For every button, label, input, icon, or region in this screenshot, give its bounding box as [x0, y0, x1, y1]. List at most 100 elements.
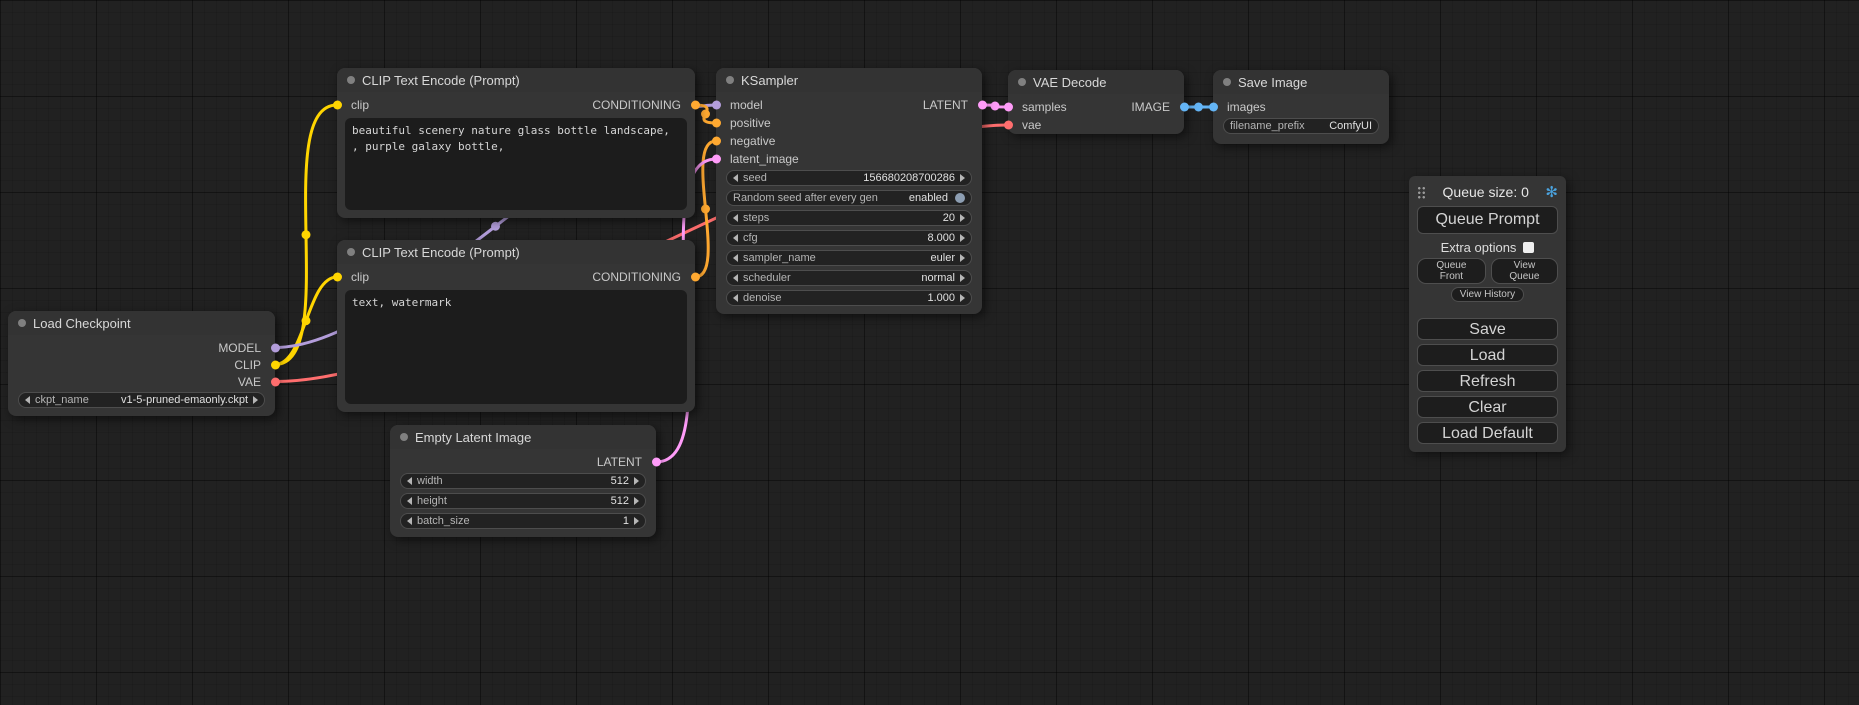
next-arrow-icon[interactable]	[634, 497, 639, 505]
prev-arrow-icon[interactable]	[733, 174, 738, 182]
negative-input-port[interactable]	[712, 137, 721, 146]
latent-image-input-port[interactable]	[712, 155, 721, 164]
node-ksampler[interactable]: KSampler model LATENT positive negative …	[716, 68, 982, 314]
widget-name: cfg	[743, 232, 758, 244]
conditioning-output-port[interactable]	[691, 273, 700, 282]
widget-value: 1.000	[927, 292, 955, 304]
view-history-button[interactable]: View History	[1451, 287, 1524, 302]
slot-label: LATENT	[597, 455, 656, 469]
history-row: View History	[1417, 287, 1558, 302]
widget-name: width	[417, 475, 443, 487]
images-input-port[interactable]	[1209, 103, 1218, 112]
prev-arrow-icon[interactable]	[733, 254, 738, 262]
node-clip-text-encode-negative[interactable]: CLIP Text Encode (Prompt) clip CONDITION…	[337, 240, 695, 412]
conditioning-output-port[interactable]	[691, 101, 700, 110]
widget-name: filename_prefix	[1230, 120, 1305, 132]
drag-handle-icon[interactable]	[1417, 186, 1426, 199]
next-arrow-icon[interactable]	[960, 234, 965, 242]
next-arrow-icon[interactable]	[634, 477, 639, 485]
save-button[interactable]: Save	[1417, 318, 1558, 340]
node-title-bar[interactable]: VAE Decode	[1008, 70, 1184, 94]
node-title-bar[interactable]: Save Image	[1213, 70, 1389, 94]
node-load-checkpoint[interactable]: Load Checkpoint MODEL CLIP VAE ckpt_name…	[8, 311, 275, 416]
node-title-bar[interactable]: CLIP Text Encode (Prompt)	[337, 240, 695, 264]
widget-name: seed	[743, 172, 767, 184]
clip-output-port[interactable]	[271, 360, 280, 369]
wire-midpoint-dot	[1194, 103, 1203, 112]
seed-widget[interactable]: seed 156680208700286	[726, 170, 972, 186]
node-save-image[interactable]: Save Image images filename_prefix ComfyU…	[1213, 70, 1389, 144]
node-canvas[interactable]: Load Checkpoint MODEL CLIP VAE ckpt_name…	[0, 0, 1859, 705]
node-clip-text-encode-positive[interactable]: CLIP Text Encode (Prompt) clip CONDITION…	[337, 68, 695, 218]
prev-arrow-icon[interactable]	[733, 274, 738, 282]
node-vae-decode[interactable]: VAE Decode samples IMAGE vae	[1008, 70, 1184, 134]
next-arrow-icon[interactable]	[960, 274, 965, 282]
vae-input-port[interactable]	[1004, 121, 1013, 130]
prompt-textarea[interactable]: text, watermark	[345, 290, 687, 404]
prompt-textarea[interactable]: beautiful scenery nature glass bottle la…	[345, 118, 687, 210]
prev-arrow-icon[interactable]	[25, 396, 30, 404]
collapse-dot-icon[interactable]	[726, 76, 734, 84]
latent-output-port[interactable]	[978, 101, 987, 110]
width-widget[interactable]: width 512	[400, 473, 646, 489]
extra-options-checkbox[interactable]	[1523, 242, 1534, 253]
slot-row-vae: vae	[1008, 116, 1184, 134]
model-output-port[interactable]	[271, 343, 280, 352]
scheduler-widget[interactable]: scheduler normal	[726, 270, 972, 286]
denoise-widget[interactable]: denoise 1.000	[726, 290, 972, 306]
prev-arrow-icon[interactable]	[733, 214, 738, 222]
image-output-port[interactable]	[1180, 103, 1189, 112]
prev-arrow-icon[interactable]	[407, 497, 412, 505]
view-queue-button[interactable]: View Queue	[1491, 258, 1558, 284]
load-default-button[interactable]: Load Default	[1417, 422, 1558, 444]
collapse-dot-icon[interactable]	[1223, 78, 1231, 86]
clip-input-port[interactable]	[333, 273, 342, 282]
sampler-name-widget[interactable]: sampler_name euler	[726, 250, 972, 266]
next-arrow-icon[interactable]	[634, 517, 639, 525]
collapse-dot-icon[interactable]	[1018, 78, 1026, 86]
next-arrow-icon[interactable]	[253, 396, 258, 404]
queue-prompt-button[interactable]: Queue Prompt	[1417, 206, 1558, 234]
node-empty-latent-image[interactable]: Empty Latent Image LATENT width 512 heig…	[390, 425, 656, 537]
queue-front-button[interactable]: Queue Front	[1417, 258, 1486, 284]
batch-size-widget[interactable]: batch_size 1	[400, 513, 646, 529]
node-title-bar[interactable]: Empty Latent Image	[390, 425, 656, 449]
model-input-port[interactable]	[712, 101, 721, 110]
height-widget[interactable]: height 512	[400, 493, 646, 509]
settings-gear-icon[interactable]: ✻	[1545, 185, 1558, 200]
slot-label: model	[716, 98, 763, 112]
collapse-dot-icon[interactable]	[347, 76, 355, 84]
next-arrow-icon[interactable]	[960, 174, 965, 182]
node-title-bar[interactable]: KSampler	[716, 68, 982, 92]
toggle-dot-icon[interactable]	[955, 193, 965, 203]
latent-output-port[interactable]	[652, 458, 661, 467]
random-seed-toggle-widget[interactable]: Random seed after every gen enabled	[726, 190, 972, 206]
positive-input-port[interactable]	[712, 119, 721, 128]
steps-widget[interactable]: steps 20	[726, 210, 972, 226]
widget-value: v1-5-pruned-emaonly.ckpt	[121, 394, 248, 406]
next-arrow-icon[interactable]	[960, 214, 965, 222]
collapse-dot-icon[interactable]	[18, 319, 26, 327]
vae-output-port[interactable]	[271, 377, 280, 386]
collapse-dot-icon[interactable]	[400, 433, 408, 441]
prev-arrow-icon[interactable]	[407, 517, 412, 525]
prev-arrow-icon[interactable]	[407, 477, 412, 485]
prev-arrow-icon[interactable]	[733, 294, 738, 302]
slot-label: LATENT	[923, 98, 982, 112]
slot-label: IMAGE	[1131, 100, 1184, 114]
node-title-bar[interactable]: Load Checkpoint	[8, 311, 275, 335]
node-title-bar[interactable]: CLIP Text Encode (Prompt)	[337, 68, 695, 92]
load-button[interactable]: Load	[1417, 344, 1558, 366]
next-arrow-icon[interactable]	[960, 254, 965, 262]
samples-input-port[interactable]	[1004, 103, 1013, 112]
prev-arrow-icon[interactable]	[733, 234, 738, 242]
clip-input-port[interactable]	[333, 101, 342, 110]
collapse-dot-icon[interactable]	[347, 248, 355, 256]
next-arrow-icon[interactable]	[960, 294, 965, 302]
slot-row-latent-image: latent_image	[716, 150, 982, 168]
ckpt-name-widget[interactable]: ckpt_name v1-5-pruned-emaonly.ckpt	[18, 392, 265, 408]
refresh-button[interactable]: Refresh	[1417, 370, 1558, 392]
filename-prefix-widget[interactable]: filename_prefix ComfyUI	[1223, 118, 1379, 134]
clear-button[interactable]: Clear	[1417, 396, 1558, 418]
cfg-widget[interactable]: cfg 8.000	[726, 230, 972, 246]
